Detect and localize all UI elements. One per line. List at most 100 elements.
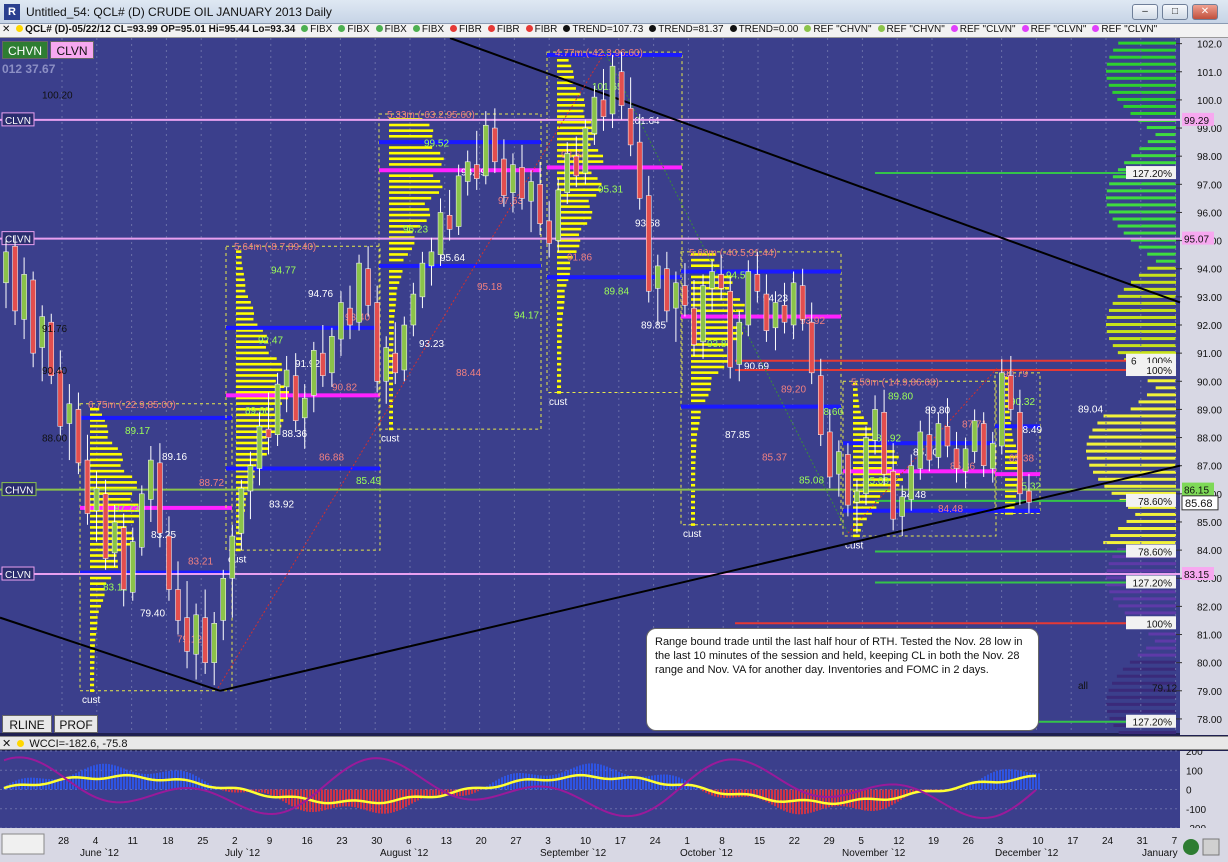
profile-bar <box>691 388 711 391</box>
study-entry: TREND=107.73 <box>563 24 646 35</box>
profile-bar <box>236 300 251 304</box>
candle-body <box>84 459 91 514</box>
poc-line <box>80 505 232 510</box>
candle-body <box>410 293 417 326</box>
close-chart-icon[interactable]: ✕ <box>2 24 10 35</box>
profile-bar <box>90 559 118 563</box>
profile-bar <box>389 416 394 419</box>
profile-bar <box>389 247 412 251</box>
profile-bar <box>557 272 570 276</box>
candle-body <box>193 614 199 655</box>
study-label: TREND=107.73 <box>572 24 644 35</box>
x-tick-label: 2 <box>232 836 238 847</box>
x-tick-label: 10 <box>580 836 592 847</box>
profile-label: 88.72 <box>199 478 224 489</box>
profile-bar <box>90 458 123 462</box>
profile-bar <box>557 284 567 287</box>
volume-profile-bar <box>1135 512 1176 516</box>
profile-bar <box>90 441 113 445</box>
profile-bar <box>90 424 108 428</box>
profile-bar <box>236 312 255 315</box>
volume-profile-bar <box>1106 330 1176 334</box>
y-tick-label: 79.00 <box>1197 687 1222 698</box>
volume-profile-bar <box>1112 90 1176 94</box>
profile-bar <box>90 436 108 439</box>
profile-bar <box>236 379 276 383</box>
candle-body <box>202 617 208 663</box>
candle-body <box>274 383 281 435</box>
candle-body <box>953 448 960 469</box>
volume-profile-bar <box>1118 41 1176 45</box>
volume-profile-bar <box>1137 653 1176 657</box>
profile-bar <box>389 326 394 329</box>
profile-bar <box>90 604 101 608</box>
profile-label: 89.84 <box>604 286 629 297</box>
profile-bar <box>691 455 696 459</box>
profile-bar <box>236 441 268 445</box>
rline-button[interactable]: RLINE <box>2 715 52 733</box>
profile-bar <box>389 281 400 284</box>
month-label: December `12 <box>995 847 1059 859</box>
candle-body <box>745 271 752 326</box>
candle-body <box>881 411 887 475</box>
chvn-button[interactable]: CHVN <box>2 41 48 59</box>
volume-profile-bar <box>1146 393 1176 397</box>
volume-profile-bar <box>1109 55 1176 59</box>
candle-body <box>66 403 73 424</box>
profile-bar <box>389 253 408 256</box>
profile-bar <box>691 438 697 442</box>
candle-body <box>727 290 733 368</box>
candle-body <box>582 127 589 174</box>
candle-body <box>256 426 263 469</box>
candle-body <box>944 426 951 447</box>
minimize-button[interactable]: – <box>1132 4 1158 20</box>
profile-bar <box>557 205 590 208</box>
month-label: June `12 <box>80 847 119 859</box>
profile-bar <box>557 391 562 394</box>
volume-profile-bar <box>1124 611 1176 615</box>
volume-profile-bar <box>1109 590 1176 594</box>
volume-profile-bar <box>1113 48 1176 52</box>
candle-body <box>455 175 462 227</box>
profile-bar <box>236 374 278 377</box>
volume-profile-bar <box>1117 351 1176 355</box>
month-label: January <box>1142 848 1178 859</box>
candle-body <box>573 155 580 177</box>
profile-bar <box>1005 433 1013 436</box>
profile-bar <box>389 151 441 155</box>
maximize-button[interactable]: □ <box>1162 4 1188 20</box>
profile-label: cust <box>549 397 568 408</box>
study-label: REF "CHVN" <box>886 24 945 35</box>
profile-bar <box>691 517 696 521</box>
volume-profile-bar <box>1118 731 1176 734</box>
fib-label: 78.60% <box>1138 548 1172 559</box>
volume-profile-bar <box>1130 111 1176 115</box>
candle-body <box>238 487 245 534</box>
profile-bar <box>90 599 104 602</box>
profile-bar <box>557 346 562 349</box>
profile-bar <box>691 500 696 504</box>
value-area-high-line <box>681 269 841 274</box>
profile-bar <box>691 399 706 403</box>
profile-bar <box>557 199 589 203</box>
study-dot-icon <box>729 25 737 32</box>
profile-bar <box>389 275 402 279</box>
candle-body <box>3 251 9 284</box>
study-label: FIBR <box>534 24 558 35</box>
profile-bar <box>90 689 95 692</box>
close-button[interactable]: ✕ <box>1192 4 1218 20</box>
month-label: August `12 <box>380 847 429 859</box>
month-label: November `12 <box>842 847 906 859</box>
candle-body <box>899 496 905 517</box>
study-entry: REF "CHVN" <box>877 24 948 35</box>
prof-button[interactable]: PROF <box>54 715 98 733</box>
fib-label: 78.60% <box>1138 497 1172 508</box>
profile-bar <box>557 115 585 118</box>
volume-profile-bar <box>1130 407 1176 411</box>
close-subchart-icon[interactable]: ✕ <box>2 738 11 750</box>
y-tick-label: 87.00 <box>1197 462 1222 473</box>
clvn-button[interactable]: CLVN <box>50 41 94 59</box>
profile-bar <box>389 371 394 374</box>
volume-profile-bar <box>1108 210 1176 214</box>
x-tick-label: 18 <box>162 836 174 847</box>
